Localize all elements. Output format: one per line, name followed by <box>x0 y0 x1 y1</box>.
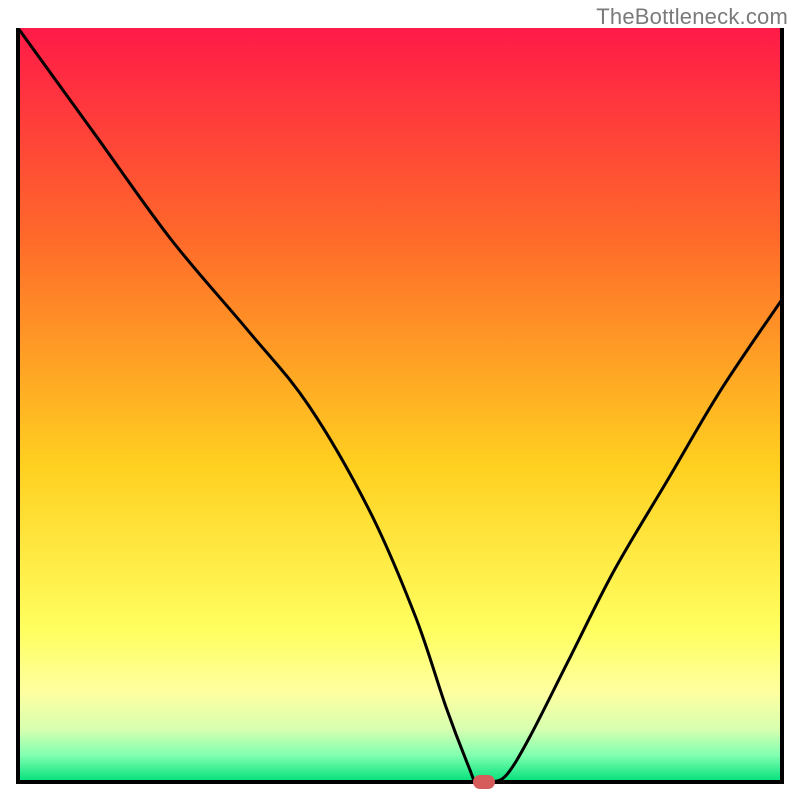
bottleneck-chart <box>0 0 800 800</box>
chart-background-gradient <box>18 28 782 782</box>
optimal-point-marker <box>473 775 495 789</box>
watermark-text: TheBottleneck.com <box>596 4 788 30</box>
chart-stage: TheBottleneck.com <box>0 0 800 800</box>
